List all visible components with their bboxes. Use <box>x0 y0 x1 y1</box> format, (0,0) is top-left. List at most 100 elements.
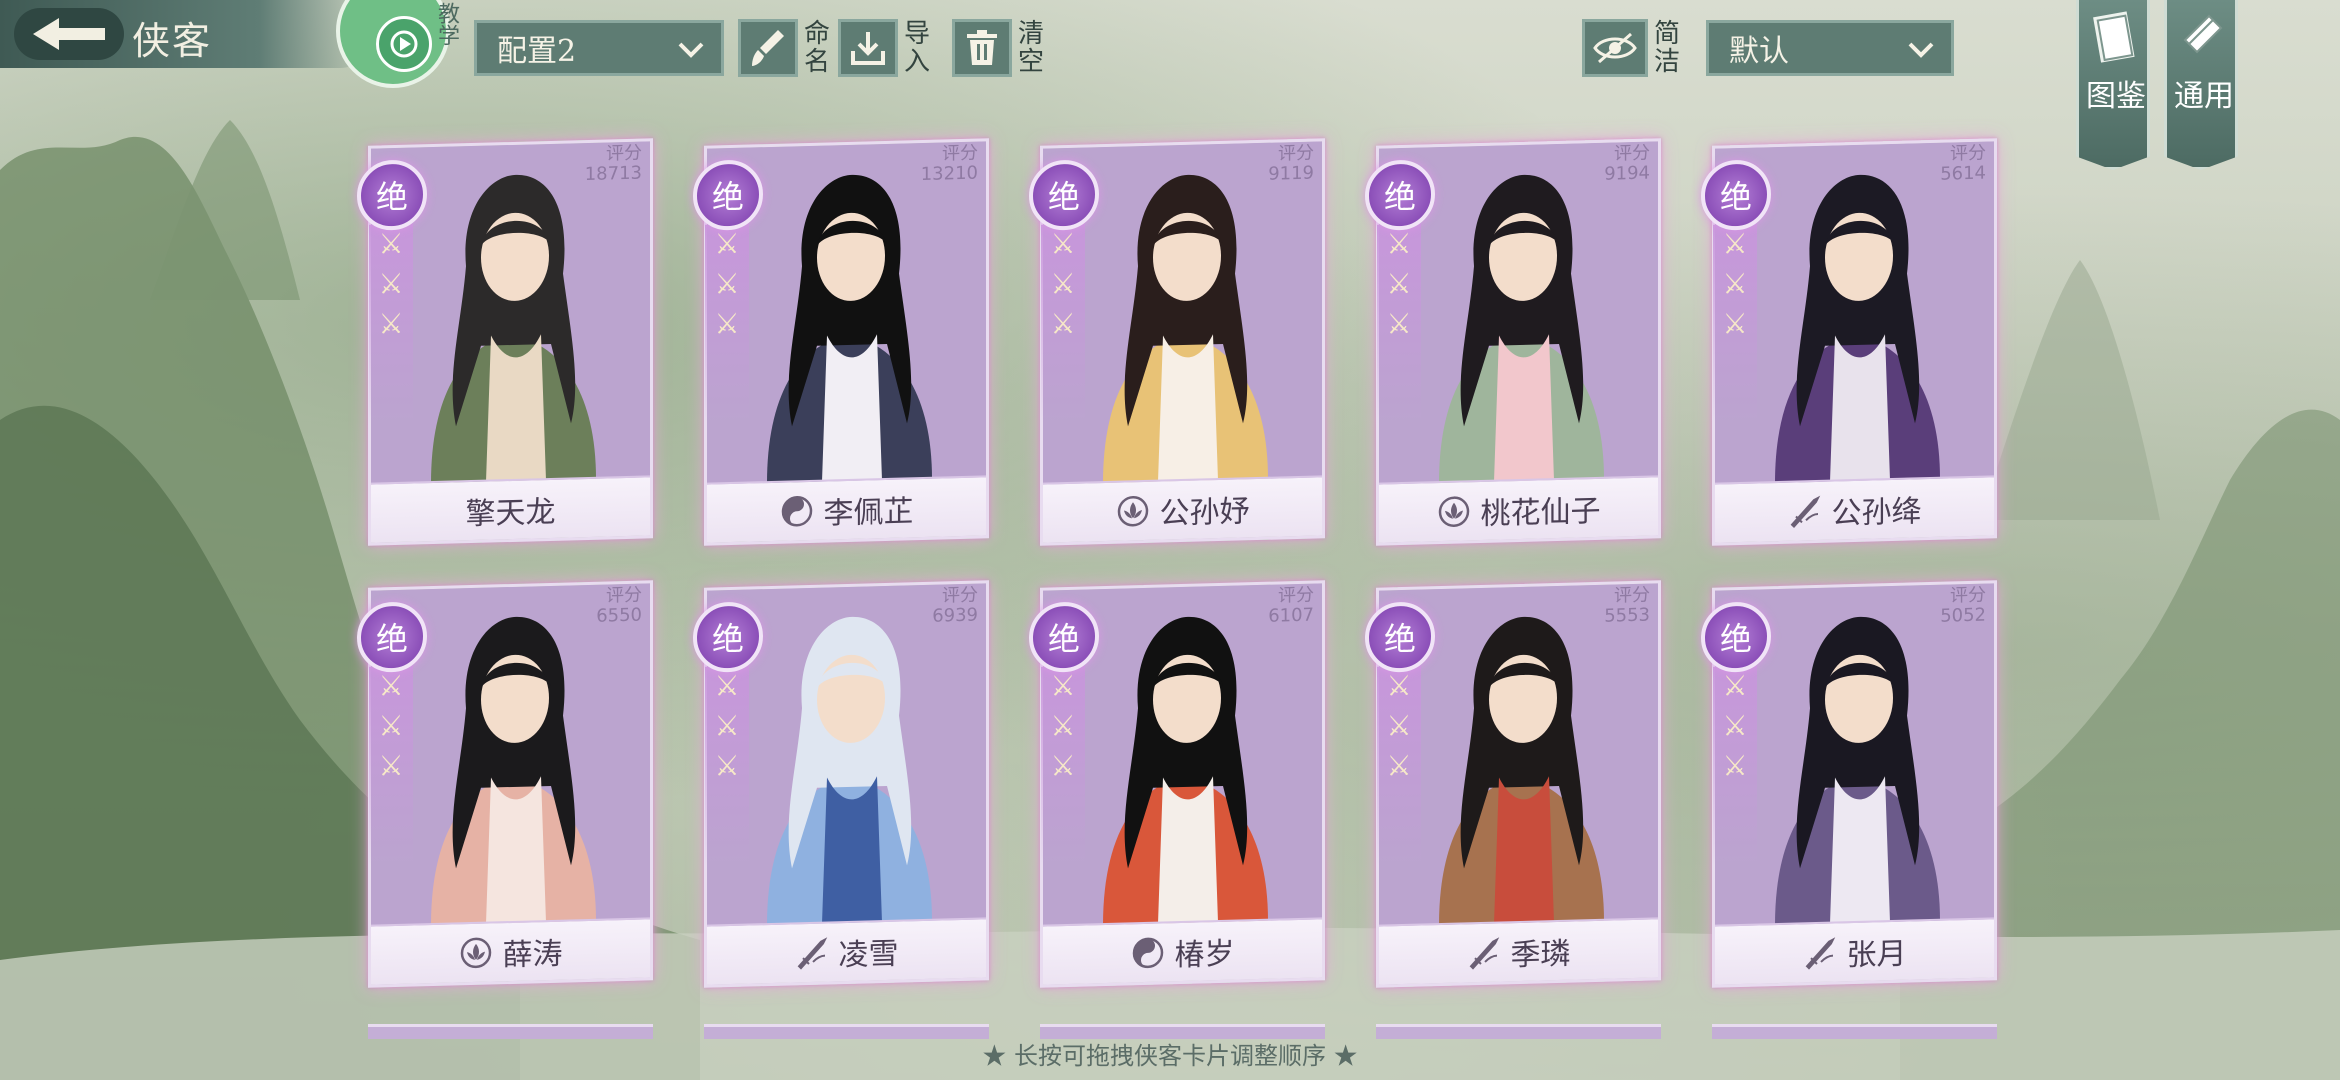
hero-score-value: 5614 <box>1940 162 1986 185</box>
simple-view-button[interactable]: 简洁 <box>1582 18 1684 78</box>
star-ribbon: ⚔ ⚔ ⚔ <box>705 665 749 867</box>
hero-score-label: 评分 <box>1278 584 1314 607</box>
hero-score: 评分 5614 <box>1940 142 1986 185</box>
hero-card[interactable]: 评分 9119 ⚔ ⚔ ⚔ 绝公孙妤 <box>1029 138 1325 546</box>
hero-card[interactable]: 评分 13210 ⚔ ⚔ ⚔ 绝李佩芷 <box>693 138 989 546</box>
hero-name-bar: 李佩芷 <box>707 475 986 543</box>
hero-name: 椿岁 <box>1174 936 1235 974</box>
sword-mark-icon: ⚔ <box>1722 708 1748 743</box>
hero-score-label: 评分 <box>1278 142 1314 165</box>
sword-mark-icon: ⚔ <box>378 748 404 783</box>
hero-score-value: 9119 <box>1268 162 1314 185</box>
sword-mark-icon: ⚔ <box>378 266 404 301</box>
hero-name: 公孙妤 <box>1159 494 1250 532</box>
hero-card[interactable]: 评分 6939 ⚔ ⚔ ⚔ 绝凌雪 <box>693 580 989 988</box>
hero-name-bar: 季璘 <box>1379 917 1658 985</box>
sword-mark-icon: ⚔ <box>378 708 404 743</box>
hero-card[interactable]: 评分 9194 ⚔ ⚔ ⚔ 绝桃花仙子 <box>1365 138 1661 546</box>
sword-mark-icon: ⚔ <box>714 708 740 743</box>
tab-codex[interactable]: 图鉴 <box>2076 0 2150 170</box>
hero-score-label: 评分 <box>1950 142 1986 165</box>
hero-card[interactable]: 评分 18713 ⚔ ⚔ ⚔ 绝擎天龙 <box>357 138 653 546</box>
hero-name-bar: 擎天龙 <box>371 475 650 543</box>
hero-score-value: 6939 <box>932 604 978 627</box>
hero-name: 张月 <box>1846 936 1907 974</box>
import-label: 导入 <box>904 19 931 77</box>
import-icon-box <box>838 19 898 77</box>
sword-mark-icon: ⚔ <box>1386 266 1412 301</box>
config-select-value: 配置2 <box>497 34 577 69</box>
hero-name: 桃花仙子 <box>1480 493 1601 532</box>
sword-mark-icon: ⚔ <box>1050 708 1076 743</box>
hero-name-bar: 公孙妤 <box>1043 475 1322 543</box>
sword-icon <box>1805 937 1835 970</box>
brush-icon <box>752 30 784 66</box>
hero-name-bar: 凌雪 <box>707 917 986 985</box>
sword-mark-icon: ⚔ <box>714 306 740 341</box>
simple-label: 简洁 <box>1654 19 1681 77</box>
hero-name-bar: 公孙绛 <box>1715 475 1994 543</box>
hero-card[interactable]: 评分 5052 ⚔ ⚔ ⚔ 绝张月 <box>1701 580 1997 988</box>
play-icon <box>390 30 418 58</box>
book-icon <box>2093 11 2135 63</box>
hero-score-value: 5553 <box>1604 604 1650 627</box>
star-ribbon: ⚔ ⚔ ⚔ <box>369 665 413 867</box>
hero-card[interactable]: 评分 5614 ⚔ ⚔ ⚔ 绝公孙绛 <box>1701 138 1997 546</box>
sword-icon <box>1469 937 1499 970</box>
chevron-down-icon <box>678 42 704 58</box>
hero-score-value: 6550 <box>596 604 642 627</box>
sort-select-value: 默认 <box>1729 34 1789 69</box>
hero-name: 李佩芷 <box>823 494 914 532</box>
hero-score: 评分 5553 <box>1604 584 1650 627</box>
sword-mark-icon: ⚔ <box>378 306 404 341</box>
download-icon <box>851 32 885 65</box>
yinyang-icon <box>781 496 812 527</box>
rename-button[interactable]: 命名 <box>738 18 834 78</box>
sword-mark-icon: ⚔ <box>1722 748 1748 783</box>
tab-codex-label: 图鉴 <box>2086 79 2146 114</box>
rename-label: 命名 <box>804 19 831 77</box>
hero-score: 评分 6939 <box>932 584 978 627</box>
star-ribbon: ⚔ ⚔ ⚔ <box>705 223 749 425</box>
star-ribbon: ⚔ ⚔ ⚔ <box>1713 223 1757 425</box>
simple-icon-box <box>1582 19 1648 77</box>
back-arrow-icon <box>33 18 105 50</box>
clear-button[interactable]: 清空 <box>952 18 1048 78</box>
rename-icon-box <box>738 19 798 77</box>
hero-card[interactable]: 评分 6550 ⚔ ⚔ ⚔ 绝薛涛 <box>357 580 653 988</box>
sword-icon <box>1790 495 1820 529</box>
sword-mark-icon: ⚔ <box>1722 306 1748 341</box>
drag-hint: ★ 长按可拖拽侠客卡片调整顺序 ★ <box>982 1042 1358 1070</box>
hero-name-bar: 张月 <box>1715 917 1994 985</box>
scroll-icon <box>2183 14 2223 54</box>
sword-icon <box>797 937 827 970</box>
hero-card[interactable]: 评分 5553 ⚔ ⚔ ⚔ 绝季璘 <box>1365 580 1661 988</box>
hero-score-label: 评分 <box>1950 584 1986 607</box>
hero-score-value: 18713 <box>584 162 642 186</box>
sword-mark-icon: ⚔ <box>1722 266 1748 301</box>
sword-mark-icon: ⚔ <box>1050 266 1076 301</box>
clear-icon-box <box>952 19 1012 77</box>
sort-select[interactable]: 默认 <box>1706 20 1954 76</box>
tutorial-play-button[interactable] <box>376 16 432 72</box>
sword-mark-icon: ⚔ <box>714 266 740 301</box>
hero-score: 评分 6107 <box>1268 584 1314 627</box>
back-button[interactable] <box>14 8 124 60</box>
star-ribbon: ⚔ ⚔ ⚔ <box>1713 665 1757 867</box>
tab-general[interactable]: 通用 <box>2164 0 2238 170</box>
hero-name-bar: 薛涛 <box>371 917 650 985</box>
hero-name-bar: 桃花仙子 <box>1379 475 1658 543</box>
sword-mark-icon: ⚔ <box>1386 306 1412 341</box>
sword-mark-icon: ⚔ <box>1050 306 1076 341</box>
import-button[interactable]: 导入 <box>838 18 934 78</box>
hero-card[interactable]: 评分 6107 ⚔ ⚔ ⚔ 绝椿岁 <box>1029 580 1325 988</box>
tutorial-label: 教学 <box>434 2 459 46</box>
back-bar: 侠客 <box>0 0 370 68</box>
hero-name: 公孙绛 <box>1831 494 1922 532</box>
trash-icon <box>967 30 997 65</box>
hero-score-label: 评分 <box>606 584 642 607</box>
chevron-down-icon <box>1908 42 1934 58</box>
hero-score-label: 评分 <box>942 584 978 607</box>
config-select[interactable]: 配置2 <box>474 20 724 76</box>
hero-score-label: 评分 <box>1614 584 1650 607</box>
